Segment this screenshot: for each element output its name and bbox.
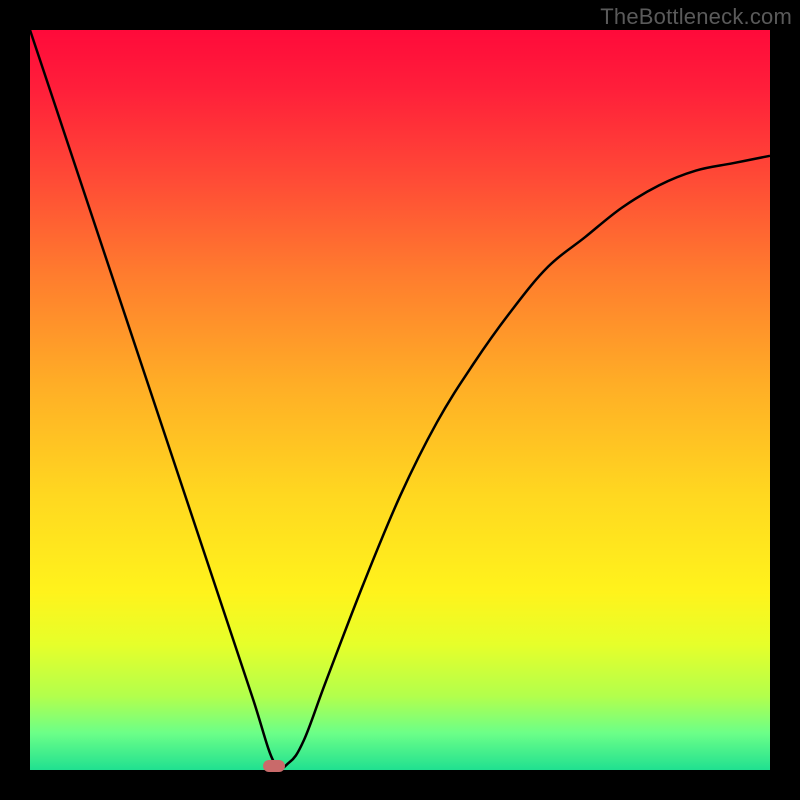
bottleneck-curve [30, 30, 770, 769]
optimal-marker [263, 760, 285, 772]
watermark-text: TheBottleneck.com [600, 4, 792, 30]
curve-svg [30, 30, 770, 770]
chart-frame: TheBottleneck.com [0, 0, 800, 800]
